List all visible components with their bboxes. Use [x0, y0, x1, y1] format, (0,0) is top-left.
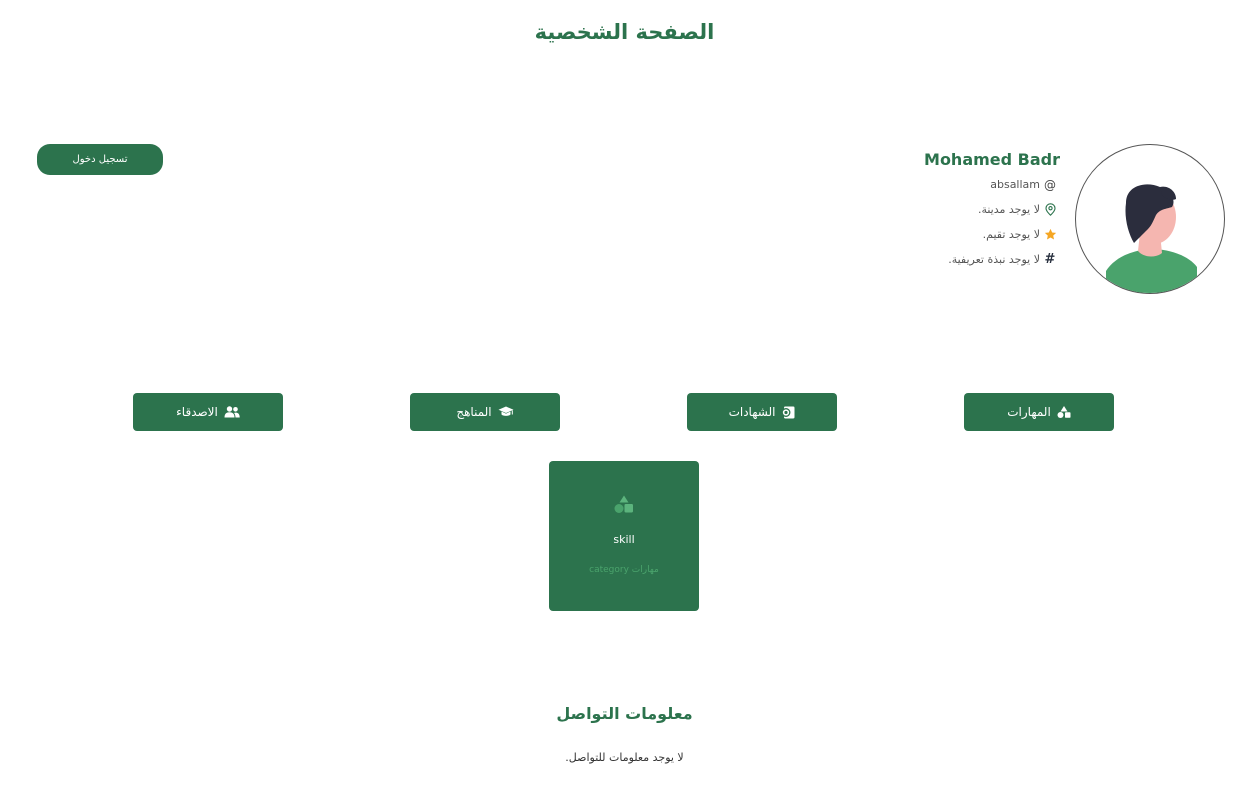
star-icon [1043, 228, 1057, 242]
profile-name: Mohamed Badr [924, 150, 1060, 169]
tab-curricula-label: المناهج [456, 405, 492, 419]
username-row: @ absallam [740, 172, 1060, 197]
skill-card[interactable]: skill مهارات category [549, 461, 699, 611]
tab-friends-label: الاصدقاء [176, 405, 218, 419]
username-text: absallam [990, 178, 1040, 191]
skill-name: skill [613, 533, 635, 546]
users-icon [224, 406, 240, 418]
tab-skills-label: المهارات [1007, 405, 1051, 419]
shapes-icon [549, 495, 699, 514]
location-pin-icon [1043, 203, 1057, 217]
tab-certificates-label: الشهادات [728, 405, 776, 419]
tab-curricula[interactable]: المناهج [410, 393, 560, 431]
shapes-icon [1057, 406, 1071, 418]
certificate-icon [781, 406, 795, 419]
graduation-cap-icon [498, 406, 514, 418]
bio-text: لا يوجد نبذة تعريفية. [948, 253, 1040, 266]
tab-certificates[interactable]: الشهادات [687, 393, 837, 431]
tab-skills[interactable]: المهارات [964, 393, 1114, 431]
rating-row: لا يوجد تقيم. [740, 222, 1060, 247]
login-button[interactable]: تسجيل دخول [37, 144, 163, 175]
at-icon: @ [1044, 177, 1056, 192]
city-row: لا يوجد مدينة. [740, 197, 1060, 222]
page-title: الصفحة الشخصية [534, 20, 715, 44]
user-avatar-icon [1106, 184, 1197, 293]
bio-row: # لا يوجد نبذة تعريفية. [740, 247, 1060, 272]
contact-title: معلومات التواصل [556, 704, 693, 723]
skill-category: مهارات category [589, 565, 659, 575]
city-text: لا يوجد مدينة. [977, 203, 1040, 216]
profile-info: Mohamed Badr @ absallam لا يوجد مدينة. ل… [740, 148, 1060, 272]
rating-text: لا يوجد تقيم. [982, 228, 1040, 241]
hashtag-icon: # [1044, 251, 1056, 267]
avatar [1075, 144, 1225, 294]
contact-empty-message: لا يوجد معلومات للتواصل. [565, 751, 684, 764]
tab-friends[interactable]: الاصدقاء [133, 393, 283, 431]
